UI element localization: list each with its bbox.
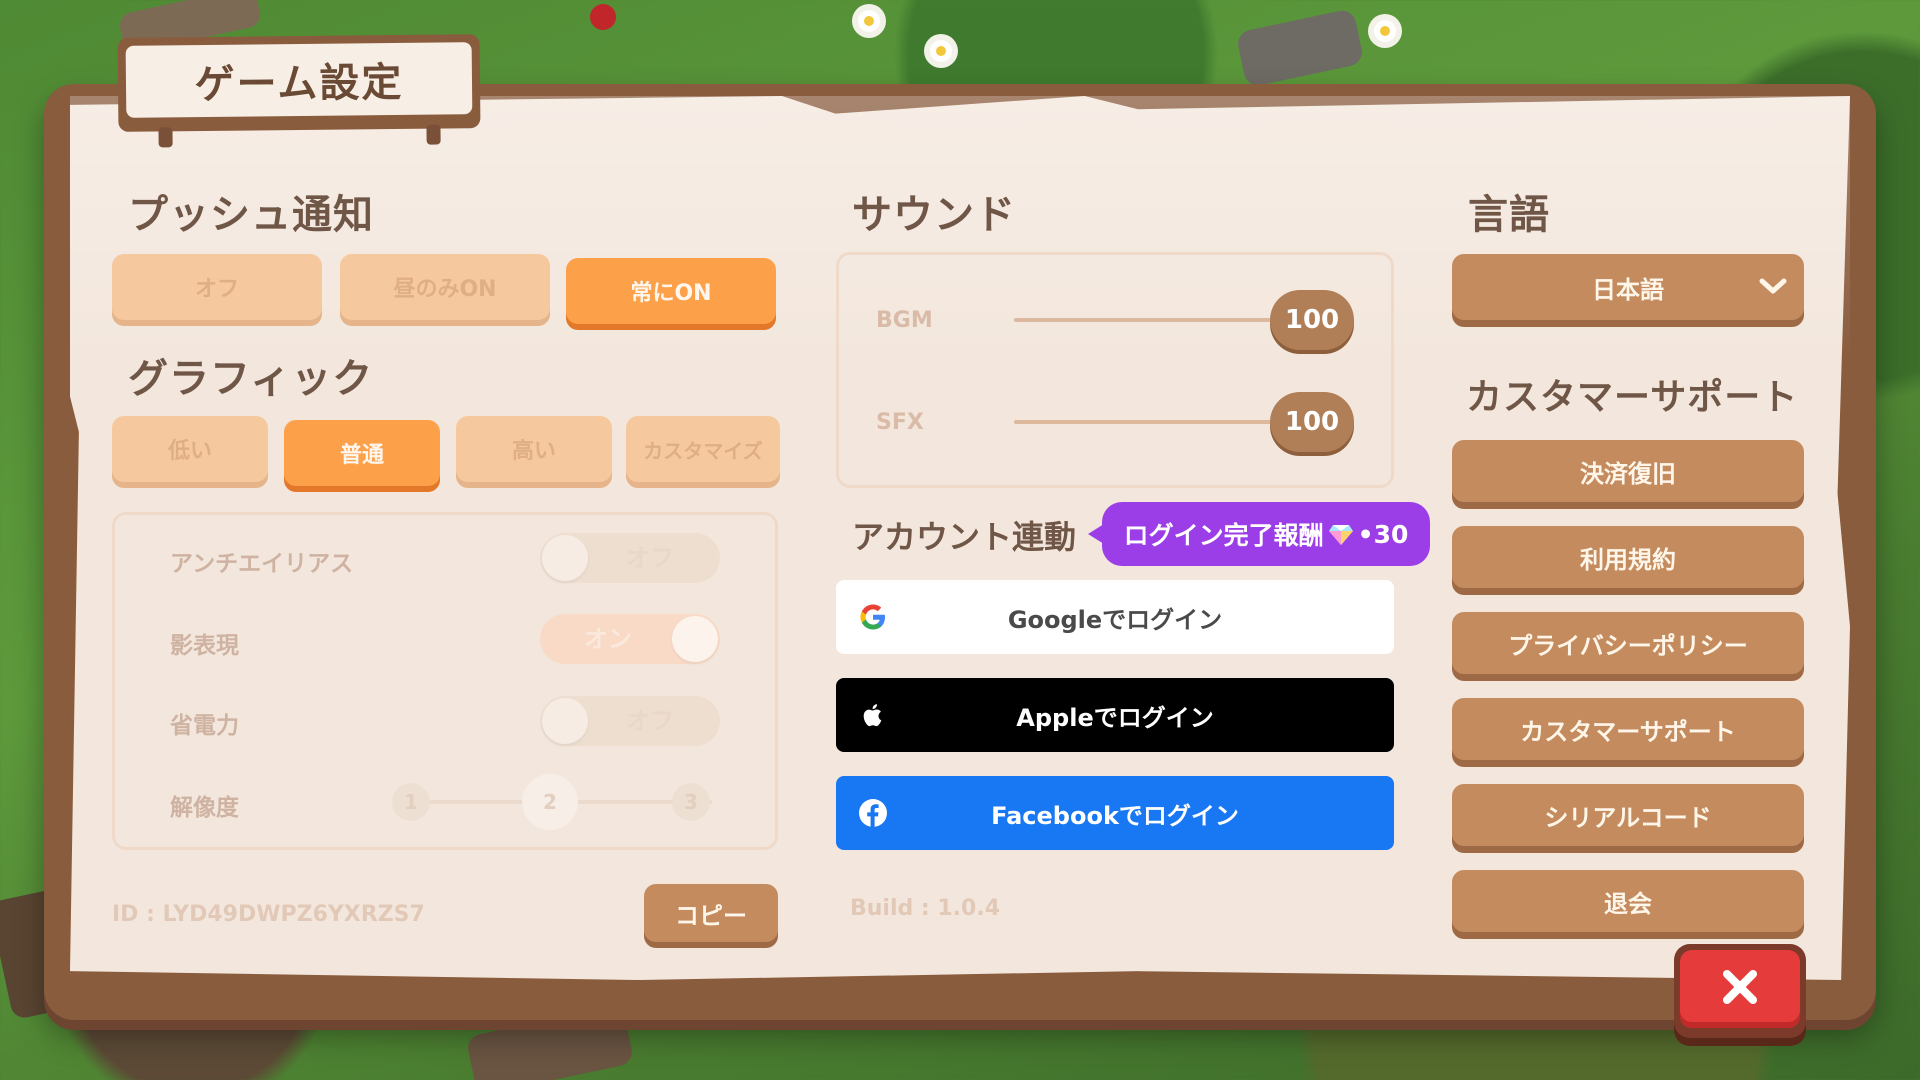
copy-id-button[interactable]: コピー <box>644 884 778 942</box>
withdraw-button[interactable]: 退会 <box>1452 870 1804 932</box>
push-option-off[interactable]: オフ <box>112 254 322 320</box>
power-saving-label: 省電力 <box>170 713 239 739</box>
toggle-knob <box>542 535 588 581</box>
gem-icon <box>1328 523 1354 545</box>
user-id: ID : LYD49DWPZ6YXRZS7 <box>112 902 425 927</box>
google-icon <box>858 602 888 632</box>
resolution-level-1[interactable]: 1 <box>392 783 430 821</box>
close-button[interactable] <box>1674 944 1806 1038</box>
shadow-toggle[interactable]: オン <box>540 614 720 664</box>
shadow-state: オン <box>584 625 632 653</box>
facebook-login-button[interactable]: Facebookでログイン <box>836 776 1394 850</box>
reward-label: ログイン完了報酬 <box>1123 521 1324 550</box>
google-login-button[interactable]: Googleでログイン <box>836 580 1394 654</box>
antialias-toggle[interactable]: オフ <box>540 533 720 583</box>
language-select[interactable]: 日本語 <box>1452 254 1804 320</box>
graphics-option-custom[interactable]: カスタマイズ <box>626 416 780 482</box>
bg-flower <box>1374 20 1396 42</box>
graphics-option-normal[interactable]: 普通 <box>284 420 440 486</box>
resolution-level-2[interactable]: 2 <box>522 774 578 830</box>
apple-login-label: Appleでログイン <box>1016 703 1214 732</box>
apple-login-button[interactable]: Appleでログイン <box>836 678 1394 752</box>
bgm-label: BGM <box>876 308 933 333</box>
bg-berry <box>590 4 616 30</box>
resolution-label: 解像度 <box>170 795 239 821</box>
graphics-option-low[interactable]: 低い <box>112 416 268 482</box>
sound-panel <box>836 252 1394 488</box>
terms-button[interactable]: 利用規約 <box>1452 526 1804 588</box>
power-saving-toggle[interactable]: オフ <box>540 696 720 746</box>
title-peg <box>158 127 173 148</box>
toggle-knob <box>672 616 718 662</box>
customer-support-button[interactable]: カスタマーサポート <box>1452 698 1804 760</box>
facebook-login-label: Facebookでログイン <box>991 801 1239 830</box>
title-peg <box>426 124 441 145</box>
push-option-always[interactable]: 常にON <box>566 258 776 324</box>
graphics-heading: グラフィック <box>128 356 374 402</box>
reward-amount: •30 <box>1357 519 1409 549</box>
sfx-slider-track[interactable] <box>1014 420 1284 424</box>
antialias-label: アンチエイリアス <box>170 551 354 577</box>
power-saving-state: オフ <box>626 707 674 735</box>
close-button-face <box>1680 950 1800 1028</box>
toggle-knob <box>542 698 588 744</box>
bgm-slider-track[interactable] <box>1014 318 1284 322</box>
graphics-option-high[interactable]: 高い <box>456 416 612 482</box>
google-login-label: Googleでログイン <box>1007 605 1223 634</box>
chevron-down-icon <box>1758 274 1788 298</box>
resolution-level-3[interactable]: 3 <box>672 783 710 821</box>
privacy-policy-button[interactable]: プライバシーポリシー <box>1452 612 1804 674</box>
push-heading: プッシュ通知 <box>128 192 374 238</box>
restore-purchase-button[interactable]: 決済復旧 <box>1452 440 1804 502</box>
bgm-slider-knob[interactable]: 100 <box>1270 290 1354 350</box>
bg-flower <box>930 40 952 62</box>
close-icon <box>1718 965 1762 1013</box>
account-heading: アカウント連動 <box>852 518 1077 556</box>
push-option-daytime[interactable]: 昼のみON <box>340 254 550 320</box>
build-version: Build : 1.0.4 <box>850 896 1001 921</box>
bg-flower <box>858 10 880 32</box>
support-heading: カスタマーサポート <box>1466 377 1799 418</box>
antialias-state: オフ <box>626 544 674 572</box>
language-heading: 言語 <box>1468 192 1550 238</box>
serial-code-button[interactable]: シリアルコード <box>1452 784 1804 846</box>
login-reward-badge: ログイン完了報酬 •30 <box>1088 502 1430 566</box>
facebook-icon <box>858 798 888 828</box>
apple-icon <box>858 700 888 730</box>
page-title: ゲーム設定 <box>125 42 473 118</box>
title-plate: ゲーム設定 <box>117 34 481 148</box>
bg-rock <box>1235 8 1365 88</box>
language-selected: 日本語 <box>1592 275 1664 304</box>
sfx-label: SFX <box>876 410 924 435</box>
shadow-label: 影表現 <box>170 633 239 659</box>
sound-heading: サウンド <box>852 192 1016 238</box>
sfx-slider-knob[interactable]: 100 <box>1270 392 1354 452</box>
